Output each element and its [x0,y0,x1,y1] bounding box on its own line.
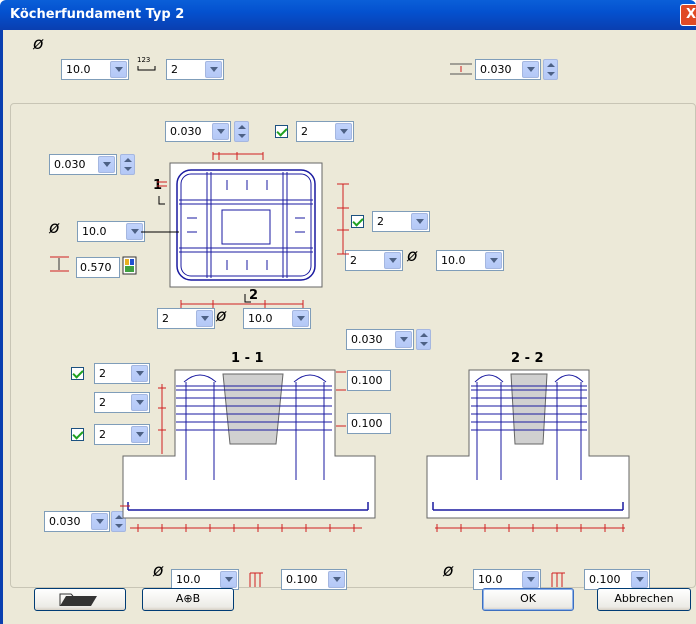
section11-cover-select[interactable]: 0.030 [346,329,414,350]
section11-diameter-select[interactable]: 10.0 [171,569,239,590]
top-diameter-select[interactable]: 10.0 [61,59,129,80]
plan-diameter-left-select[interactable]: 10.0 [77,221,145,242]
section-11-drawing [120,369,376,532]
section22-diameter-select[interactable]: 10.0 [473,569,541,590]
section22-spacing-bottom-select[interactable]: 0.100 [584,569,650,590]
title-bar: Köcherfundament Typ 2 X [0,0,696,30]
section22-diameter-icon: ø [442,561,454,581]
svg-text:ø: ø [442,561,454,581]
ab-button[interactable]: A⊕B [142,588,234,611]
plan-cover-top-select[interactable]: 0.030 [165,121,231,142]
spacing-icon [551,572,565,587]
diameter-icon: ø [407,246,418,266]
svg-text:ø: ø [152,561,164,581]
dialog-body: ø 10.0 123 2 0.030 0.030 2 0.030 ø 10.0 … [0,30,696,624]
color-icon[interactable] [122,256,138,276]
cover-icon [450,63,472,75]
plan-cover-left-select[interactable]: 0.030 [49,154,117,175]
plan-top-checkbox[interactable] [275,125,288,138]
count-icon: 123 [137,56,156,71]
top-count-select[interactable]: 2 [166,59,224,80]
plan-count-right2-select[interactable]: 2 [345,250,403,271]
section11-checkbox-1[interactable] [71,367,84,380]
svg-text:123: 123 [137,56,150,64]
section11-cover-bottom-select[interactable]: 0.030 [44,511,110,532]
plan-diameter-right-select[interactable]: 10.0 [436,250,504,271]
top-cover-select[interactable]: 0.030 [475,59,541,80]
diameter-icon: ø [33,34,44,54]
plan-count-right1-select[interactable]: 2 [372,211,430,232]
cancel-button[interactable]: Abbrechen [597,588,691,611]
folder-icon [59,593,97,606]
top-cover-spinner[interactable] [543,59,558,80]
plan-height-field[interactable]: 0.570 [76,257,120,278]
close-button[interactable]: X [680,4,696,26]
ok-button[interactable]: OK [482,588,574,611]
spacing-icon [249,572,263,587]
section11-cover-spinner[interactable] [416,329,431,350]
plan-cover-left-spinner[interactable] [120,154,135,175]
diameter-icon: ø [49,218,60,238]
plan-count-top-select[interactable]: 2 [296,121,354,142]
plan-dimension-marks [157,152,349,308]
plan-cover-top-spinner[interactable] [234,121,249,142]
section-22-drawing [426,369,630,532]
window-title: Köcherfundament Typ 2 [10,7,185,22]
section11-spacing-bottom-select[interactable]: 0.100 [281,569,347,590]
height-icon [50,256,69,272]
section11-checkbox-2[interactable] [71,428,84,441]
folder-button[interactable] [34,588,126,611]
